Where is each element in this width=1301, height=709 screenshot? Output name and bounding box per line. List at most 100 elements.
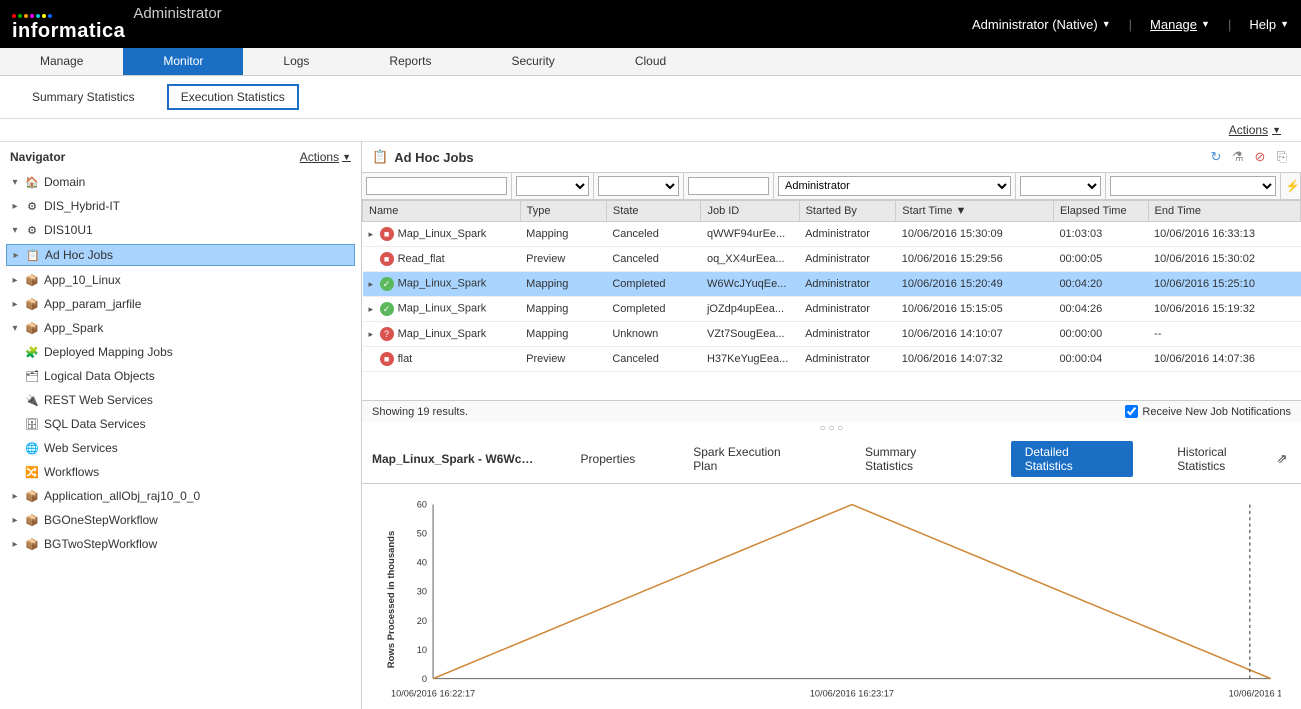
- table-row[interactable]: ▸ ■Map_Linux_SparkMappingCanceledqWWF94u…: [363, 222, 1301, 247]
- caret-down-icon: ▼: [1280, 19, 1289, 29]
- job-name: Read_flat: [398, 253, 445, 265]
- stop-icon[interactable]: ⊘: [1251, 148, 1269, 166]
- table-row[interactable]: ▸ ?Map_Linux_SparkMappingUnknownVZt7Soug…: [363, 322, 1301, 347]
- detail-tab-spark-plan[interactable]: Spark Execution Plan: [679, 441, 821, 477]
- tree-item-dis10u1[interactable]: ▾⚙DIS10U1: [6, 220, 355, 240]
- tree-toggle-icon[interactable]: ▸: [10, 539, 20, 550]
- tree-toggle-icon[interactable]: ▸: [10, 515, 20, 526]
- table-row[interactable]: ▸ ✓Map_Linux_SparkMappingCompletedjOZdp4…: [363, 297, 1301, 322]
- tab-reports[interactable]: Reports: [349, 48, 471, 75]
- tab-security[interactable]: Security: [471, 48, 594, 75]
- table-row[interactable]: ■Read_flatPreviewCanceledoq_XX4urEea...A…: [363, 247, 1301, 272]
- caret-down-icon: ▼: [1201, 19, 1210, 29]
- help-menu[interactable]: Help▼: [1249, 17, 1289, 32]
- table-row[interactable]: ■flatPreviewCanceledH37KeYugEea...Admini…: [363, 347, 1301, 372]
- tab-logs[interactable]: Logs: [243, 48, 349, 75]
- filter-elapsed[interactable]: [1020, 176, 1101, 196]
- actions-menu[interactable]: Actions▼: [1229, 123, 1281, 137]
- chart-svg: 010203040506010/06/2016 16:22:1710/06/20…: [382, 494, 1281, 705]
- tree-item-label: BGOneStepWorkflow: [44, 513, 158, 527]
- tree-toggle-icon[interactable]: ▸: [10, 299, 20, 310]
- tab-monitor[interactable]: Monitor: [123, 48, 243, 75]
- detail-tab-historical-stats[interactable]: Historical Statistics: [1163, 441, 1291, 477]
- tree-item-label: Domain: [44, 175, 85, 189]
- export-icon[interactable]: ⎘: [1273, 148, 1291, 166]
- tree-item-bgonestepworkflow[interactable]: ▸📦BGOneStepWorkflow: [6, 510, 355, 530]
- detail-tab-properties[interactable]: Properties: [567, 448, 650, 470]
- navigator-actions[interactable]: Actions▼: [300, 150, 351, 164]
- tree-item-app-spark[interactable]: ▾📦App_Spark: [6, 318, 355, 338]
- filter-started-by[interactable]: Administrator: [778, 176, 1011, 196]
- detail-tab-summary-stats[interactable]: Summary Statistics: [851, 441, 981, 477]
- refresh-icon[interactable]: ↻: [1207, 148, 1225, 166]
- svg-text:30: 30: [417, 587, 427, 597]
- row-expand-icon[interactable]: ▸: [369, 329, 377, 340]
- filter-jobid[interactable]: [688, 177, 769, 195]
- tree-toggle-icon[interactable]: ▸: [10, 491, 20, 502]
- column-header-elapsed-time[interactable]: Elapsed Time: [1053, 201, 1148, 222]
- tree-toggle-icon[interactable]: ▸: [10, 201, 20, 212]
- column-header-start-time[interactable]: Start Time ▼: [896, 201, 1054, 222]
- user-menu[interactable]: Administrator (Native)▼: [972, 17, 1111, 32]
- tree-toggle-icon[interactable]: ▾: [10, 225, 20, 236]
- filter-apply-icon[interactable]: ⚡: [1285, 179, 1300, 193]
- tree-item-deployed-mapping-jobs[interactable]: 🧩Deployed Mapping Jobs: [6, 342, 355, 362]
- caret-down-icon: ▼: [342, 152, 351, 162]
- tree-item-sql-data-services[interactable]: 🗄SQL Data Services: [6, 414, 355, 434]
- filter-endtime[interactable]: [1110, 176, 1276, 196]
- tree-item-label: Logical Data Objects: [44, 369, 155, 383]
- tree-item-bgtwostepworkflow[interactable]: ▸📦BGTwoStepWorkflow: [6, 534, 355, 554]
- detail-popout-icon[interactable]: ⇗: [1273, 450, 1291, 468]
- tree-toggle-icon[interactable]: ▾: [10, 323, 20, 334]
- horizontal-splitter[interactable]: ○ ○ ○: [362, 422, 1301, 435]
- tree-item-domain[interactable]: ▾🏠Domain: [6, 172, 355, 192]
- tree-toggle-icon[interactable]: ▸: [11, 250, 21, 261]
- manage-menu[interactable]: Manage▼: [1150, 17, 1210, 32]
- receive-notif-input[interactable]: [1125, 405, 1138, 418]
- column-header-end-time[interactable]: End Time: [1148, 201, 1300, 222]
- results-count: Showing 19 results.: [372, 406, 468, 418]
- tree-item-app-10-linux[interactable]: ▸📦App_10_Linux: [6, 270, 355, 290]
- cell-jobid: VZt7SougEea...: [701, 322, 799, 347]
- subtab-summary-statistics[interactable]: Summary Statistics: [20, 86, 147, 108]
- tree-item-label: Web Services: [44, 441, 118, 455]
- tree-item-application-allobj-raj10-0-0[interactable]: ▸📦Application_allObj_raj10_0_0: [6, 486, 355, 506]
- tree-item-logical-data-objects[interactable]: 🗂Logical Data Objects: [6, 366, 355, 386]
- filter-type[interactable]: [516, 176, 589, 196]
- filter-state[interactable]: [598, 176, 679, 196]
- tab-cloud[interactable]: Cloud: [595, 48, 706, 75]
- row-expand-icon[interactable]: ▸: [369, 304, 377, 315]
- column-header-type[interactable]: Type: [520, 201, 606, 222]
- receive-notifications-checkbox[interactable]: Receive New Job Notifications: [1125, 405, 1291, 418]
- tree-item-ad-hoc-jobs[interactable]: ▸📋Ad Hoc Jobs: [6, 244, 355, 266]
- detail-tab-detailed-stats[interactable]: Detailed Statistics: [1011, 441, 1134, 477]
- tree-item-rest-web-services[interactable]: 🔌REST Web Services: [6, 390, 355, 410]
- tree-toggle-icon[interactable]: ▸: [10, 275, 20, 286]
- tree-item-web-services[interactable]: 🌐Web Services: [6, 438, 355, 458]
- cell-start: 10/06/2016 15:20:49: [896, 272, 1054, 297]
- tree-item-app-param-jarfile[interactable]: ▸📦App_param_jarfile: [6, 294, 355, 314]
- jobs-table: NameTypeStateJob IDStarted ByStart Time …: [362, 200, 1301, 400]
- tab-manage[interactable]: Manage: [0, 48, 123, 75]
- cell-elapsed: 00:04:26: [1053, 297, 1148, 322]
- tree-item-label: Ad Hoc Jobs: [45, 248, 113, 262]
- cell-jobid: qWWF94urEe...: [701, 222, 799, 247]
- column-header-started-by[interactable]: Started By: [799, 201, 896, 222]
- main-tabs: Manage Monitor Logs Reports Security Clo…: [0, 48, 1301, 76]
- subtab-execution-statistics[interactable]: Execution Statistics: [167, 84, 299, 110]
- column-header-job-id[interactable]: Job ID: [701, 201, 799, 222]
- cell-elapsed: 01:03:03: [1053, 222, 1148, 247]
- table-row[interactable]: ▸ ✓Map_Linux_SparkMappingCompletedW6WcJY…: [363, 272, 1301, 297]
- status-canceled-icon: ■: [380, 352, 394, 366]
- tree-item-label: BGTwoStepWorkflow: [44, 537, 157, 551]
- column-header-name[interactable]: Name: [363, 201, 521, 222]
- row-expand-icon[interactable]: ▸: [369, 279, 377, 290]
- tree-toggle-icon[interactable]: ▾: [10, 177, 20, 188]
- row-expand-icon[interactable]: ▸: [369, 229, 377, 240]
- tree-item-dis-hybrid-it[interactable]: ▸⚙DIS_Hybrid-IT: [6, 196, 355, 216]
- filter-name[interactable]: [366, 177, 507, 195]
- filter-icon[interactable]: ⚗: [1229, 148, 1247, 166]
- column-header-state[interactable]: State: [606, 201, 701, 222]
- tree-item-workflows[interactable]: 🔀Workflows: [6, 462, 355, 482]
- navigator-title: Navigator: [10, 150, 65, 164]
